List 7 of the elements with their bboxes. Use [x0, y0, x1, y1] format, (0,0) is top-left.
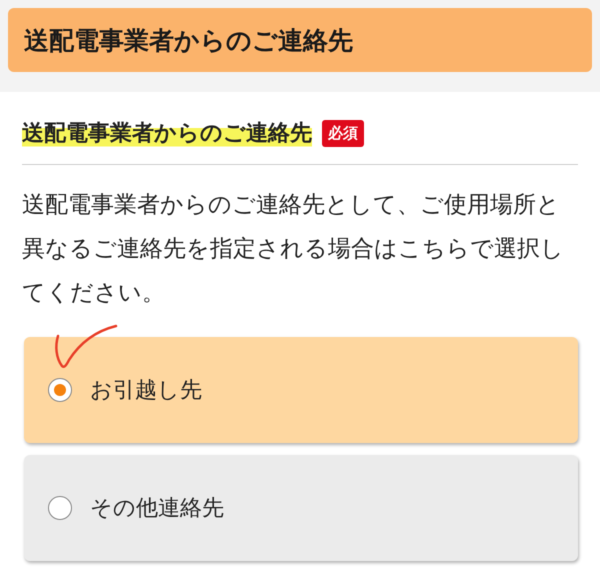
header-title: 送配電事業者からのご連絡先: [24, 24, 353, 56]
description-text: 送配電事業者からのご連絡先として、ご使用場所と異なるご連絡先を指定される場合はこちらで選択してください。: [22, 191, 565, 308]
radio-option[interactable]: お引越し先: [24, 337, 578, 443]
radio-icon: [48, 496, 72, 520]
required-badge: 必須: [322, 120, 364, 146]
radio-option[interactable]: その他連絡先: [24, 455, 578, 561]
radio-icon: [48, 378, 72, 402]
